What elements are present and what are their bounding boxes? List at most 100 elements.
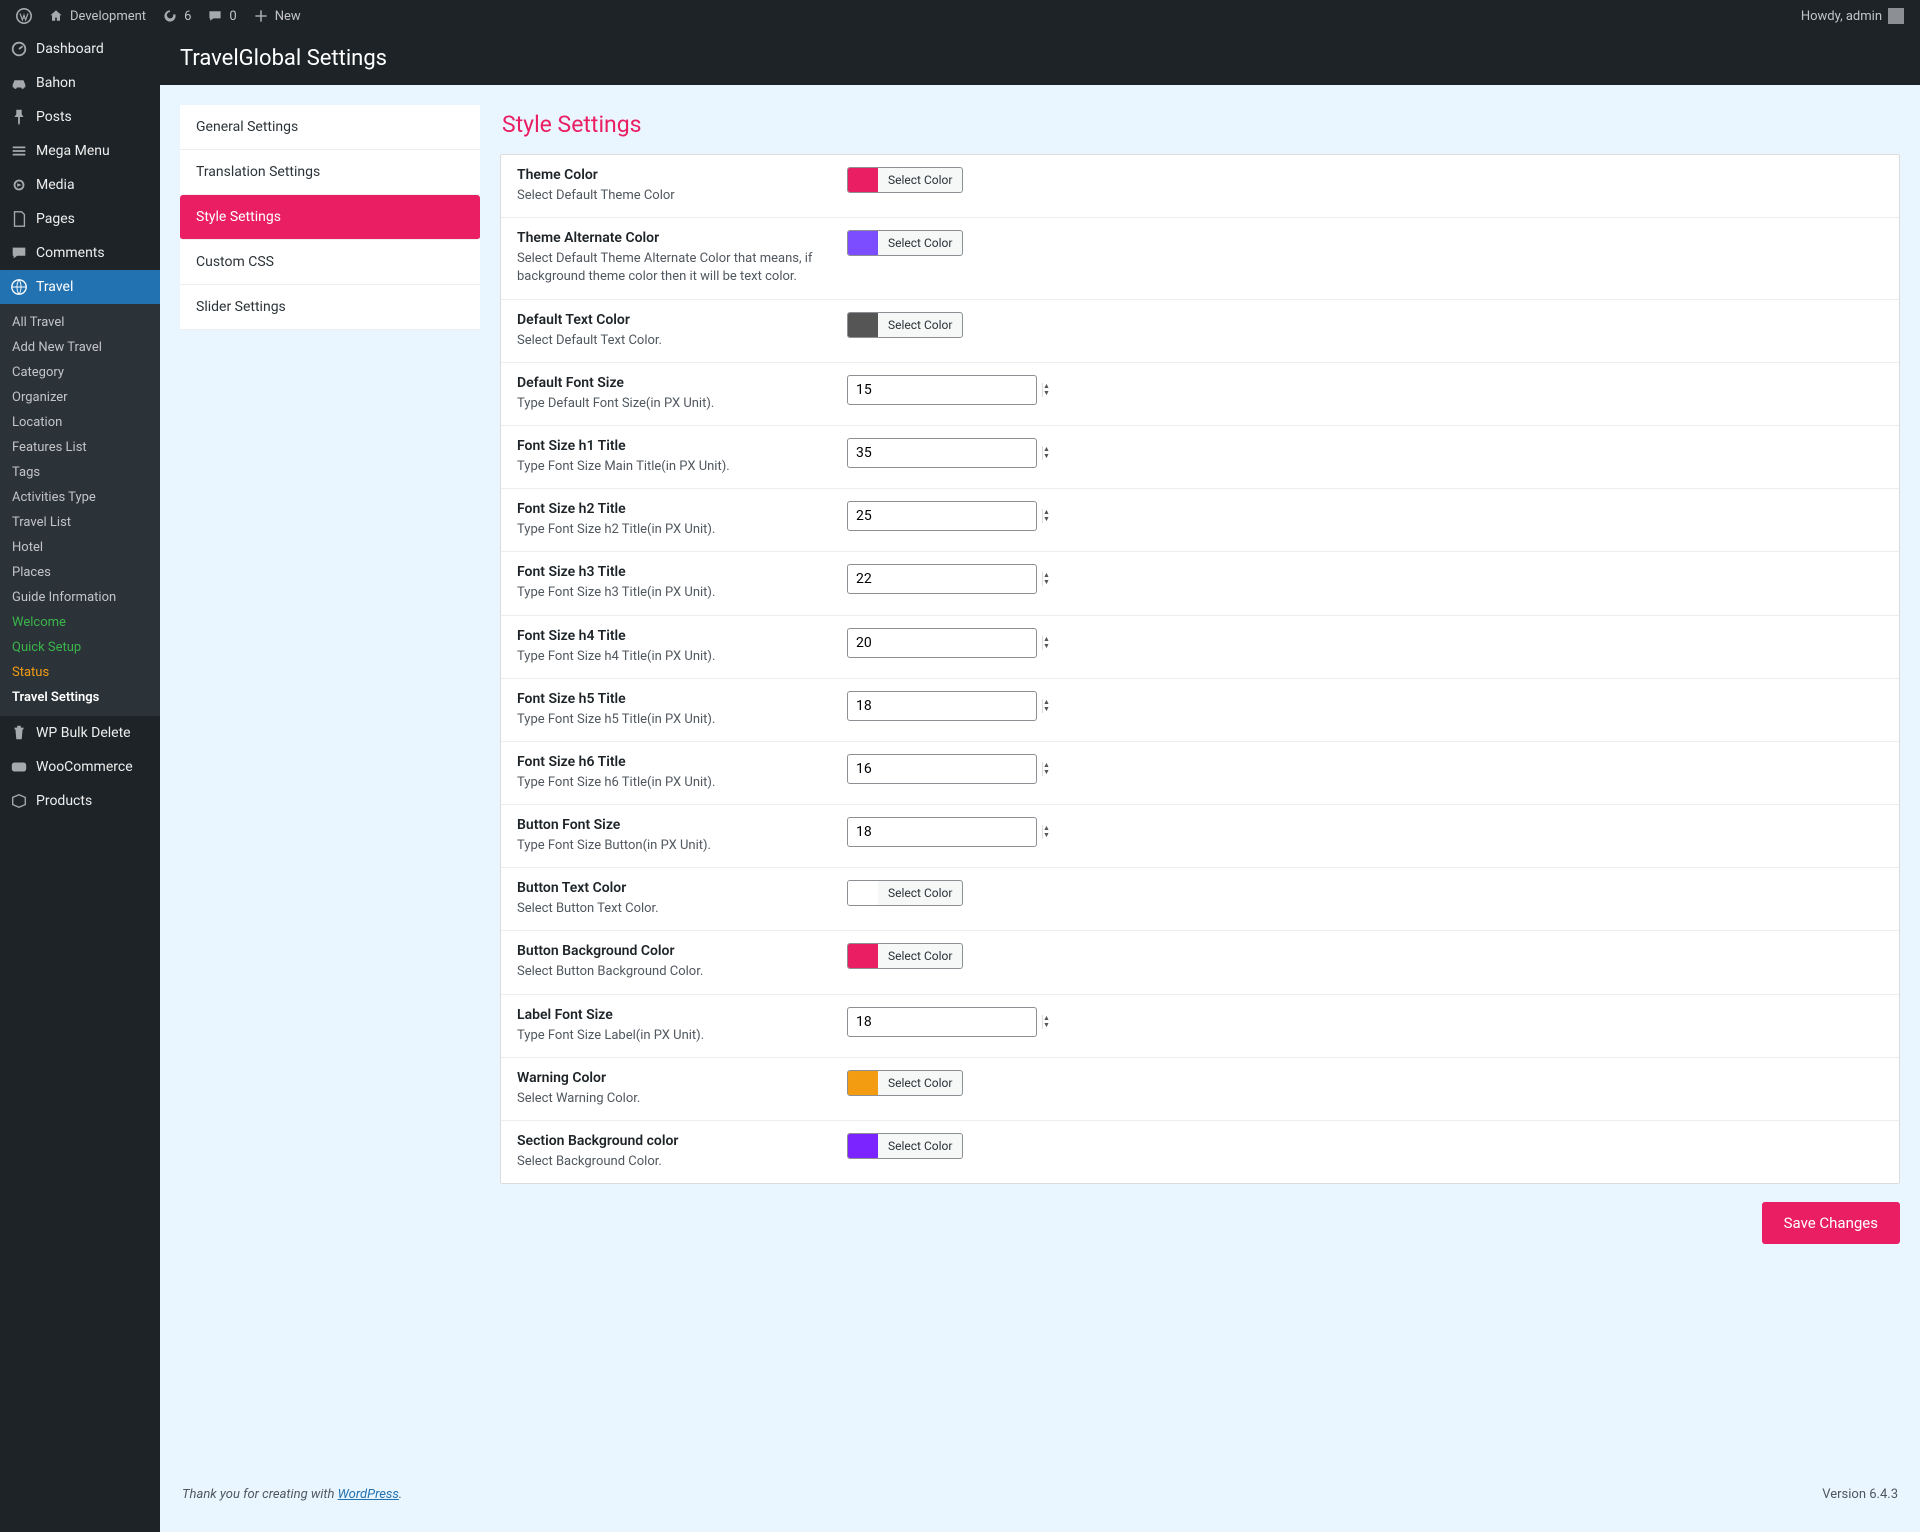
menu-mega-menu[interactable]: Mega Menu — [0, 134, 160, 168]
row-h5: Font Size h5 TitleType Font Size h5 Titl… — [501, 679, 1899, 742]
footer-wp-link[interactable]: WordPress — [338, 1487, 399, 1502]
spin-down[interactable]: ▼ — [1043, 769, 1050, 776]
tab-style[interactable]: Style Settings — [180, 195, 480, 240]
sub-add-new-travel[interactable]: Add New Travel — [0, 335, 160, 360]
plus-icon — [253, 8, 269, 24]
number-input[interactable]: ▲▼ — [847, 564, 1037, 594]
updates-link[interactable]: 6 — [154, 0, 199, 32]
sub-guide[interactable]: Guide Information — [0, 585, 160, 610]
color-picker[interactable]: Select Color — [847, 312, 963, 338]
row-default-font: Default Font SizeType Default Font Size(… — [501, 363, 1899, 426]
sub-travel-list[interactable]: Travel List — [0, 510, 160, 535]
wp-logo[interactable] — [8, 0, 40, 32]
field-label: Default Text Color — [517, 312, 847, 328]
pin-icon — [10, 108, 28, 126]
number-input[interactable]: ▲▼ — [847, 438, 1037, 468]
spin-down[interactable]: ▼ — [1043, 516, 1050, 523]
field-desc: Type Font Size h6 Title(in PX Unit). — [517, 774, 847, 792]
spin-down[interactable]: ▼ — [1043, 579, 1050, 586]
menu-products[interactable]: Products — [0, 784, 160, 818]
spin-down[interactable]: ▼ — [1043, 390, 1050, 397]
my-account[interactable]: Howdy, admin — [1793, 0, 1912, 32]
comments-count: 0 — [229, 9, 236, 24]
sub-places[interactable]: Places — [0, 560, 160, 585]
menu-wp-bulk-delete[interactable]: WP Bulk Delete — [0, 716, 160, 750]
tab-general[interactable]: General Settings — [180, 105, 480, 150]
menu-pages[interactable]: Pages — [0, 202, 160, 236]
spin-down[interactable]: ▼ — [1043, 706, 1050, 713]
color-picker[interactable]: Select Color — [847, 167, 963, 193]
color-picker[interactable]: Select Color — [847, 230, 963, 256]
menu-woocommerce[interactable]: WooCommerce — [0, 750, 160, 784]
select-color-label: Select Color — [878, 881, 962, 905]
number-input[interactable]: ▲▼ — [847, 501, 1037, 531]
number-value[interactable] — [848, 635, 1042, 651]
sub-category[interactable]: Category — [0, 360, 160, 385]
number-value[interactable] — [848, 761, 1042, 777]
sub-status[interactable]: Status — [0, 660, 160, 685]
comments-link[interactable]: 0 — [199, 0, 244, 32]
menu-dashboard[interactable]: Dashboard — [0, 32, 160, 66]
number-input[interactable]: ▲▼ — [847, 375, 1037, 405]
sub-hotel[interactable]: Hotel — [0, 535, 160, 560]
sub-features[interactable]: Features List — [0, 435, 160, 460]
settings-tabs: General Settings Translation Settings St… — [180, 105, 480, 330]
spin-down[interactable]: ▼ — [1043, 1022, 1050, 1029]
row-h3: Font Size h3 TitleType Font Size h3 Titl… — [501, 552, 1899, 615]
number-value[interactable] — [848, 445, 1042, 461]
number-input[interactable]: ▲▼ — [847, 817, 1037, 847]
sub-travel-settings[interactable]: Travel Settings — [0, 685, 160, 710]
number-input[interactable]: ▲▼ — [847, 1007, 1037, 1037]
field-label: Theme Color — [517, 167, 847, 183]
color-picker[interactable]: Select Color — [847, 1133, 963, 1159]
new-link[interactable]: New — [245, 0, 309, 32]
menu-travel[interactable]: Travel — [0, 270, 160, 304]
row-button-bg-color: Button Background ColorSelect Button Bac… — [501, 931, 1899, 994]
submenu-travel: All Travel Add New Travel Category Organ… — [0, 304, 160, 716]
select-color-label: Select Color — [878, 231, 962, 255]
number-input[interactable]: ▲▼ — [847, 628, 1037, 658]
sub-all-travel[interactable]: All Travel — [0, 310, 160, 335]
field-label: Font Size h5 Title — [517, 691, 847, 707]
menu-posts[interactable]: Posts — [0, 100, 160, 134]
color-picker[interactable]: Select Color — [847, 943, 963, 969]
row-theme-alt-color: Theme Alternate ColorSelect Default Them… — [501, 218, 1899, 299]
globe-icon — [10, 278, 28, 296]
sub-location[interactable]: Location — [0, 410, 160, 435]
color-swatch — [848, 168, 878, 192]
menu-icon — [10, 142, 28, 160]
main-content: TravelGlobal Settings General Settings T… — [160, 32, 1920, 1532]
site-name-link[interactable]: Development — [40, 0, 154, 32]
save-button[interactable]: Save Changes — [1762, 1202, 1900, 1244]
number-value[interactable] — [848, 698, 1042, 714]
sub-quick-setup[interactable]: Quick Setup — [0, 635, 160, 660]
menu-comments[interactable]: Comments — [0, 236, 160, 270]
number-value[interactable] — [848, 571, 1042, 587]
field-desc: Select Default Text Color. — [517, 332, 847, 350]
menu-bahon[interactable]: Bahon — [0, 66, 160, 100]
menu-media[interactable]: Media — [0, 168, 160, 202]
menu-label: Dashboard — [36, 41, 104, 57]
sub-activities[interactable]: Activities Type — [0, 485, 160, 510]
avatar — [1888, 8, 1904, 24]
tab-translation[interactable]: Translation Settings — [180, 150, 480, 195]
sub-tags[interactable]: Tags — [0, 460, 160, 485]
number-value[interactable] — [848, 382, 1042, 398]
color-picker[interactable]: Select Color — [847, 880, 963, 906]
number-input[interactable]: ▲▼ — [847, 691, 1037, 721]
number-input[interactable]: ▲▼ — [847, 754, 1037, 784]
tab-custom-css[interactable]: Custom CSS — [180, 240, 480, 285]
spin-down[interactable]: ▼ — [1043, 832, 1050, 839]
number-value[interactable] — [848, 824, 1042, 840]
sub-welcome[interactable]: Welcome — [0, 610, 160, 635]
spin-down[interactable]: ▼ — [1043, 643, 1050, 650]
tab-slider[interactable]: Slider Settings — [180, 285, 480, 330]
spin-down[interactable]: ▼ — [1043, 453, 1050, 460]
new-label: New — [275, 9, 301, 24]
sub-organizer[interactable]: Organizer — [0, 385, 160, 410]
color-picker[interactable]: Select Color — [847, 1070, 963, 1096]
field-label: Font Size h1 Title — [517, 438, 847, 454]
number-value[interactable] — [848, 1014, 1042, 1030]
number-value[interactable] — [848, 508, 1042, 524]
row-button-font: Button Font SizeType Font Size Button(in… — [501, 805, 1899, 868]
